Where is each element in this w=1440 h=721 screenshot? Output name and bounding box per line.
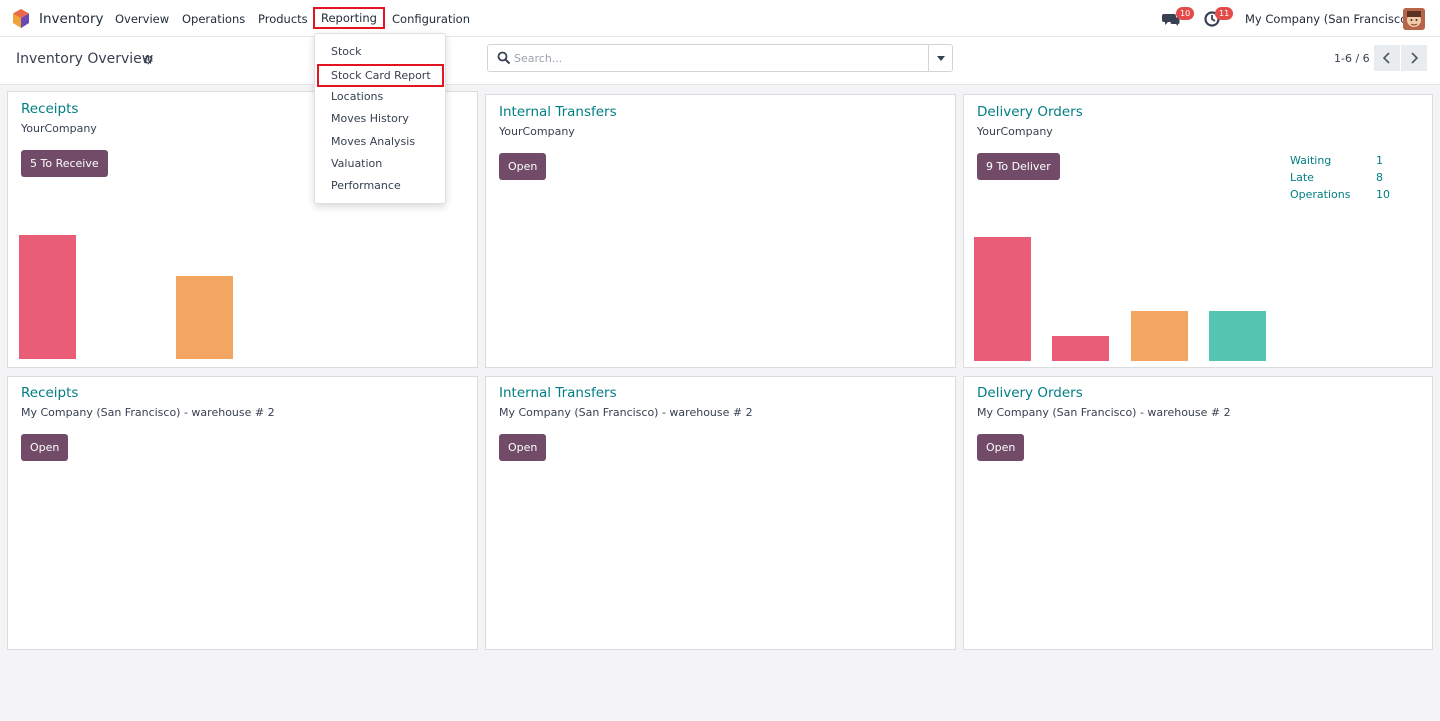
- search-icon: [497, 51, 511, 65]
- card-subtitle: My Company (San Francisco) - warehouse #…: [21, 406, 275, 419]
- open-button[interactable]: Open: [977, 434, 1025, 461]
- graph-bar[interactable]: [19, 235, 76, 359]
- graph-bar[interactable]: [1052, 336, 1109, 361]
- menu-item-moves-history[interactable]: Moves History: [331, 112, 409, 125]
- card-title[interactable]: Internal Transfers: [499, 385, 617, 401]
- graph-bar[interactable]: [176, 276, 233, 359]
- avatar-face-icon: [1403, 8, 1425, 30]
- stat-label: Operations: [1290, 188, 1351, 201]
- delivery-graph[interactable]: [974, 237, 1294, 361]
- card-delivery-orders-warehouse-2: Delivery Orders My Company (San Francisc…: [963, 376, 1433, 650]
- inventory-app-icon[interactable]: [12, 9, 30, 28]
- card-receipts-warehouse-2: Receipts My Company (San Francisco) - wa…: [7, 376, 478, 650]
- card-delivery-orders-yourcompany: Delivery Orders YourCompany 9 To Deliver…: [963, 94, 1433, 368]
- stat-operations[interactable]: Operations 10: [1290, 188, 1390, 201]
- card-subtitle: YourCompany: [499, 125, 575, 138]
- card-subtitle: YourCompany: [21, 122, 97, 135]
- receipts-graph[interactable]: [19, 235, 339, 359]
- menu-item-locations[interactable]: Locations: [331, 90, 383, 103]
- chevron-left-icon: [1382, 52, 1390, 64]
- graph-bar[interactable]: [1209, 311, 1266, 361]
- stat-label: Late: [1290, 171, 1314, 184]
- activities-badge: 11: [1215, 7, 1234, 20]
- open-button[interactable]: Open: [499, 434, 547, 461]
- page-title: Inventory Overview: [16, 51, 154, 67]
- pager-next-button[interactable]: [1401, 45, 1427, 71]
- app-name[interactable]: Inventory: [39, 11, 103, 27]
- chevron-right-icon: [1411, 52, 1419, 64]
- caret-down-icon: [937, 56, 945, 61]
- to-receive-button[interactable]: 5 To Receive: [21, 150, 108, 177]
- card-internal-transfers-warehouse-2: Internal Transfers My Company (San Franc…: [485, 376, 956, 650]
- menu-operations[interactable]: Operations: [182, 12, 245, 26]
- pager-value[interactable]: 1-6 / 6: [1334, 52, 1370, 65]
- user-avatar[interactable]: [1403, 8, 1425, 30]
- company-switcher[interactable]: My Company (San Francisco): [1245, 12, 1412, 26]
- stat-value: 1: [1376, 154, 1383, 167]
- menu-item-performance[interactable]: Performance: [331, 179, 401, 192]
- search-bar[interactable]: [487, 44, 953, 72]
- card-subtitle: My Company (San Francisco) - warehouse #…: [977, 406, 1231, 419]
- stat-value: 10: [1376, 188, 1390, 201]
- graph-bar[interactable]: [1131, 311, 1188, 361]
- stat-value: 8: [1376, 171, 1383, 184]
- card-subtitle: YourCompany: [977, 125, 1053, 138]
- menu-overview[interactable]: Overview: [115, 12, 169, 26]
- search-options-toggle[interactable]: [928, 45, 952, 71]
- gear-icon[interactable]: ⚙: [143, 53, 154, 67]
- stat-waiting[interactable]: Waiting 1: [1290, 154, 1383, 167]
- card-subtitle: My Company (San Francisco) - warehouse #…: [499, 406, 753, 419]
- menu-item-moves-analysis[interactable]: Moves Analysis: [331, 135, 415, 148]
- messages-badge: 10: [1176, 7, 1195, 20]
- menu-products[interactable]: Products: [258, 12, 308, 26]
- to-deliver-button[interactable]: 9 To Deliver: [977, 153, 1060, 180]
- stat-label: Waiting: [1290, 154, 1332, 167]
- card-internal-transfers-yourcompany: Internal Transfers YourCompany Open: [485, 94, 956, 368]
- card-title[interactable]: Delivery Orders: [977, 385, 1083, 401]
- open-button[interactable]: Open: [499, 153, 547, 180]
- search-input[interactable]: [514, 49, 924, 67]
- reporting-dropdown-menu: Stock Stock Card Report Locations Moves …: [314, 33, 446, 204]
- card-title[interactable]: Receipts: [21, 101, 78, 117]
- control-panel: Inventory Overview ⚙ 1-6 / 6: [0, 37, 1440, 85]
- menu-reporting[interactable]: Reporting: [313, 7, 385, 29]
- card-title[interactable]: Internal Transfers: [499, 104, 617, 120]
- menu-item-valuation[interactable]: Valuation: [331, 157, 382, 170]
- open-button[interactable]: Open: [21, 434, 69, 461]
- top-navbar: Inventory Overview Operations Products R…: [0, 0, 1440, 37]
- menu-configuration[interactable]: Configuration: [392, 12, 470, 26]
- menu-item-stock[interactable]: Stock: [331, 45, 361, 58]
- stat-late[interactable]: Late 8: [1290, 171, 1383, 184]
- card-title[interactable]: Delivery Orders: [977, 104, 1083, 120]
- graph-bar[interactable]: [974, 237, 1031, 361]
- menu-item-stock-card-report[interactable]: Stock Card Report: [317, 64, 444, 87]
- card-title[interactable]: Receipts: [21, 385, 78, 401]
- pager-previous-button[interactable]: [1374, 45, 1400, 71]
